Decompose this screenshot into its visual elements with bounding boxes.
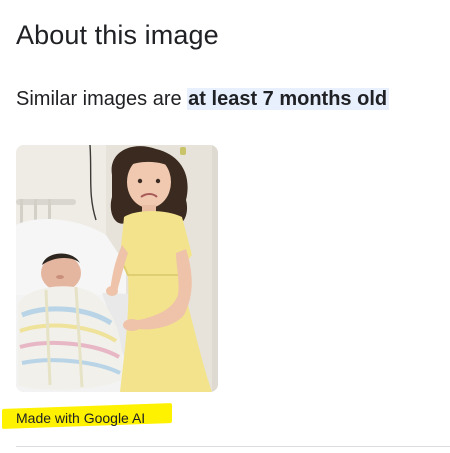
panel-title: About this image <box>16 20 219 50</box>
section-divider <box>16 446 450 447</box>
age-summary-highlight: at least 7 months old <box>187 88 390 110</box>
image-thumbnail[interactable] <box>16 145 218 392</box>
age-summary-prefix: Similar images are <box>16 88 188 110</box>
ai-generated-label: Made with Google AI <box>16 410 146 426</box>
photo-illustration <box>16 145 218 392</box>
age-summary: Similar images are at least 7 months old <box>16 85 390 113</box>
